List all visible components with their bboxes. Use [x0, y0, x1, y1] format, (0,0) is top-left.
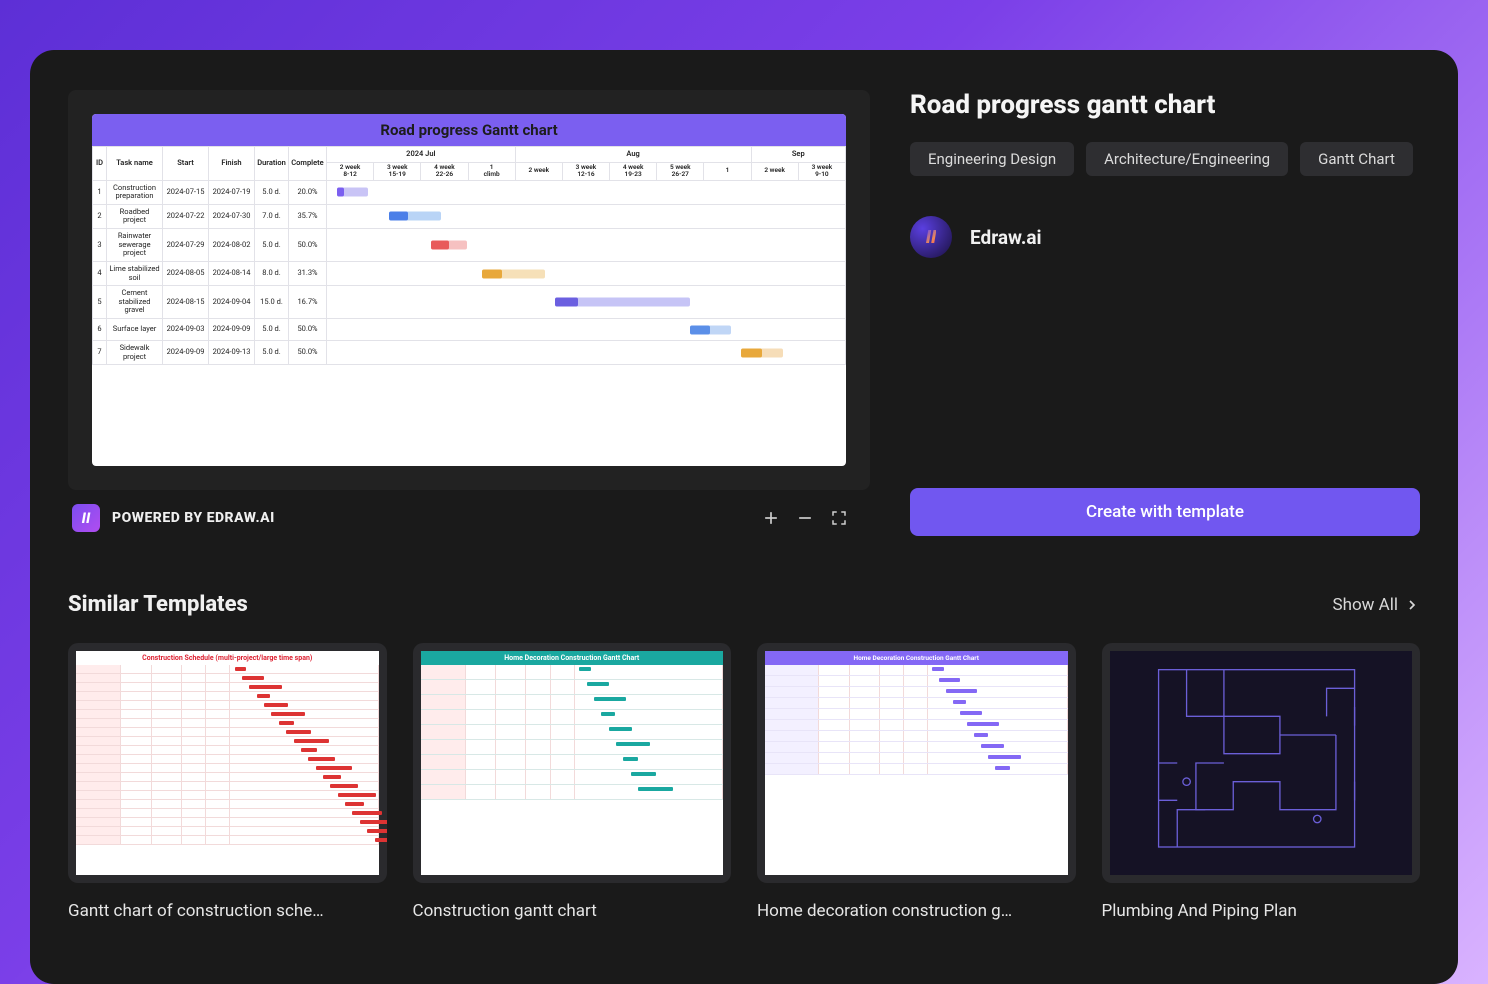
template-title: Gantt chart of construction sche… [68, 901, 387, 921]
author-logo-icon: II [910, 216, 952, 258]
gantt-header-row: ID Task name Start Finish Duration Compl… [93, 147, 846, 163]
gantt-row: 4Lime stabilized soil2024-08-052024-08-1… [93, 261, 846, 285]
tag[interactable]: Gantt Chart [1300, 142, 1413, 176]
week-col: 1climb [468, 162, 515, 180]
col-start: Start [163, 147, 209, 181]
show-all-button[interactable]: Show All [1332, 595, 1420, 615]
chart-title: Road progress Gantt chart [92, 114, 846, 146]
gantt-row: 5Cement stabilized gravel2024-08-152024-… [93, 286, 846, 319]
preview-toolbar: II POWERED BY EDRAW.AI [68, 490, 870, 536]
brand-logo-icon: II [72, 504, 100, 532]
week-col: 2 week [515, 162, 562, 180]
template-card[interactable]: Home Decoration Construction Gantt Chart… [757, 643, 1076, 921]
preview-column: Road progress Gantt chart ID Task name S… [68, 90, 870, 536]
col-id: ID [93, 147, 107, 181]
week-col: 4 week22-26 [421, 162, 468, 180]
author-name: Edraw.ai [970, 226, 1042, 249]
gantt-row: 3Rainwater sewerage project2024-07-29202… [93, 229, 846, 262]
info-column: Road progress gantt chart Engineering De… [910, 90, 1420, 536]
app-window: Road progress Gantt chart ID Task name S… [30, 50, 1458, 984]
template-title: Construction gantt chart [413, 901, 732, 921]
week-col: 3 week15-19 [374, 162, 421, 180]
page-title: Road progress gantt chart [910, 90, 1420, 120]
template-thumb: Construction Schedule (multi-project/lar… [68, 643, 387, 883]
similar-title: Similar Templates [68, 592, 248, 617]
week-col: 2 week8-12 [327, 162, 374, 180]
template-thumb: Home Decoration Construction Gantt Chart [413, 643, 732, 883]
create-with-template-button[interactable]: Create with template [910, 488, 1420, 536]
gantt-row: 6Surface layer2024-09-032024-09-095.0 d.… [93, 319, 846, 341]
author-row[interactable]: II Edraw.ai [910, 216, 1420, 258]
tag-list: Engineering Design Architecture/Engineeri… [910, 142, 1420, 176]
template-thumb: Home Decoration Construction Gantt Chart [757, 643, 1076, 883]
col-duration: Duration [255, 147, 289, 181]
col-complete: Complete [289, 147, 327, 181]
zoom-out-button[interactable] [794, 507, 816, 529]
top-row: Road progress Gantt chart ID Task name S… [68, 90, 1420, 536]
month-sep: Sep [751, 147, 845, 163]
show-all-label: Show All [1332, 595, 1398, 615]
piping-plan-icon [1110, 651, 1413, 875]
col-task: Task name [107, 147, 163, 181]
template-preview: Road progress Gantt chart ID Task name S… [68, 90, 870, 490]
gantt-table: ID Task name Start Finish Duration Compl… [92, 146, 846, 365]
template-thumb [1102, 643, 1421, 883]
week-col: 1 [704, 162, 751, 180]
tag[interactable]: Engineering Design [910, 142, 1074, 176]
gantt-row: 7Sidewalk project2024-09-092024-09-135.0… [93, 341, 846, 365]
month-jul: 2024 Jul [327, 147, 516, 163]
week-col: 3 week9-10 [798, 162, 845, 180]
chevron-right-icon [1404, 597, 1420, 613]
powered-by-label: POWERED BY EDRAW.AI [112, 510, 275, 526]
template-card[interactable]: Home Decoration Construction Gantt Chart… [413, 643, 732, 921]
similar-cards: Construction Schedule (multi-project/lar… [68, 643, 1420, 921]
similar-header: Similar Templates Show All [68, 592, 1420, 617]
tag[interactable]: Architecture/Engineering [1086, 142, 1288, 176]
week-col: 2 week [751, 162, 798, 180]
week-col: 4 week19-23 [610, 162, 657, 180]
zoom-in-button[interactable] [760, 507, 782, 529]
template-title: Home decoration construction g… [757, 901, 1076, 921]
gantt-chart: Road progress Gantt chart ID Task name S… [92, 114, 846, 466]
week-col: 3 week12-16 [562, 162, 609, 180]
week-col: 5 week26-27 [657, 162, 704, 180]
template-card[interactable]: Plumbing And Piping Plan [1102, 643, 1421, 921]
template-title: Plumbing And Piping Plan [1102, 901, 1421, 921]
month-aug: Aug [515, 147, 751, 163]
gantt-row: 1Construction preparation2024-07-152024-… [93, 180, 846, 204]
template-card[interactable]: Construction Schedule (multi-project/lar… [68, 643, 387, 921]
gantt-row: 2Roadbed project2024-07-222024-07-307.0 … [93, 204, 846, 228]
col-finish: Finish [209, 147, 255, 181]
fullscreen-button[interactable] [828, 507, 850, 529]
